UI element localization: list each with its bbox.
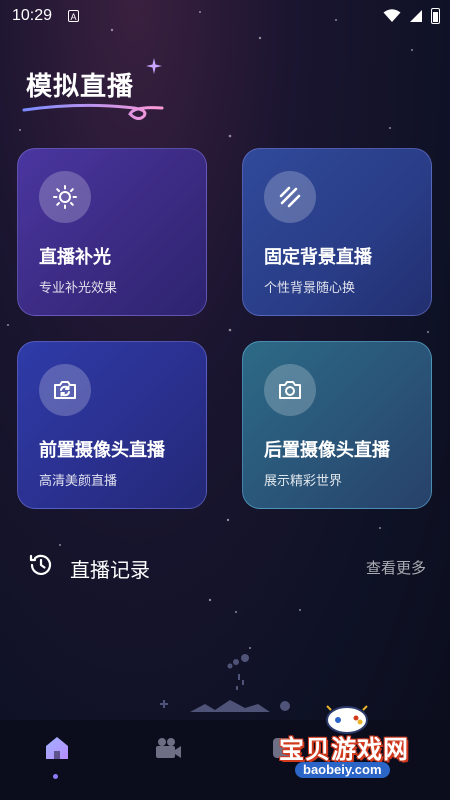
watermark-text: 宝贝游戏网: [279, 736, 410, 764]
home-icon[interactable]: [42, 734, 72, 762]
card-subtitle: 展示精彩世界: [264, 473, 343, 488]
card-rear-camera[interactable]: 后置摄像头直播 展示精彩世界: [242, 341, 432, 509]
card-front-camera[interactable]: 前置摄像头直播 高清美颜直播: [17, 341, 207, 509]
wifi-icon: [383, 9, 401, 22]
card-subtitle: 个性背景随心换: [264, 280, 356, 295]
card-subtitle: 高清美颜直播: [39, 473, 118, 488]
history-icon: [29, 554, 52, 575]
notification-icon: A: [68, 10, 79, 22]
active-tab-indicator: [53, 774, 58, 779]
view-more-link[interactable]: 查看更多: [366, 557, 426, 578]
history-section-header: 直播记录 查看更多: [28, 548, 426, 584]
camera-icon: [264, 364, 316, 416]
card-light-fill[interactable]: 直播补光 专业补光效果: [17, 148, 207, 316]
switch-camera-icon: [39, 364, 91, 416]
sun-icon: [39, 171, 91, 223]
card-title: 前置摄像头直播: [39, 440, 165, 460]
title-underline-decoration: [22, 103, 164, 121]
history-title: 直播记录: [70, 560, 150, 582]
card-title: 固定背景直播: [264, 247, 372, 267]
sparkle-icon: [146, 58, 162, 74]
signal-icon: [410, 10, 422, 22]
watermark: 宝贝游戏网 baobeiy.com: [275, 700, 435, 780]
video-camera-icon[interactable]: [154, 736, 182, 760]
card-subtitle: 专业补光效果: [39, 280, 118, 295]
stripes-icon: [264, 171, 316, 223]
card-title: 后置摄像头直播: [264, 440, 390, 460]
battery-icon: [431, 8, 440, 24]
status-bar: 10:29 A: [0, 0, 450, 32]
card-title: 直播补光: [39, 247, 111, 267]
status-icons: [383, 8, 440, 24]
header: 模拟直播: [22, 58, 164, 121]
watermark-url: baobeiy.com: [295, 762, 390, 778]
card-fixed-background[interactable]: 固定背景直播 个性背景随心换: [242, 148, 432, 316]
page-title: 模拟直播: [26, 71, 135, 101]
status-time: 10:29: [12, 7, 53, 24]
